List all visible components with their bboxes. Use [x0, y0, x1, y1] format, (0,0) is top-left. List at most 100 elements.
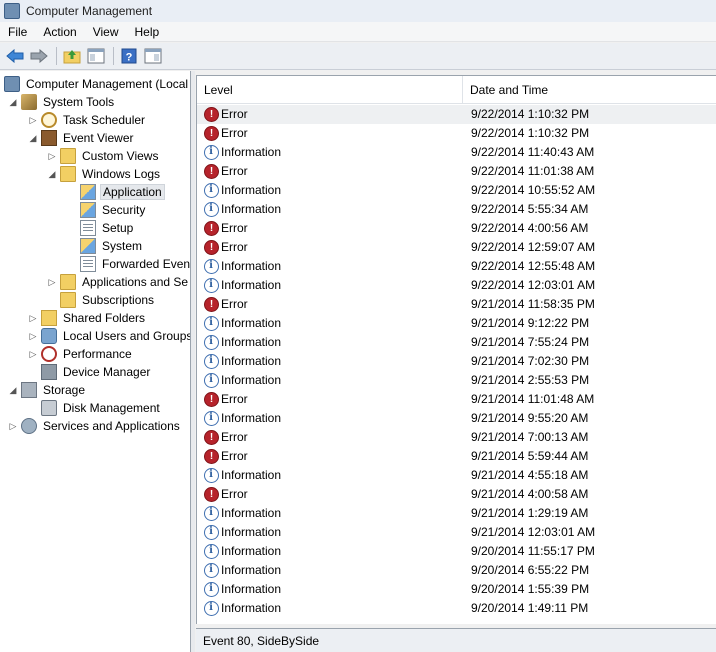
expanded-arrow-icon[interactable]: ◢	[28, 133, 38, 143]
row-level: Error	[221, 487, 248, 501]
storage-icon	[21, 382, 37, 398]
tree-item-application[interactable]: Application	[80, 183, 165, 201]
table-row[interactable]: Information 9/22/2014 11:40:43 AM	[197, 143, 716, 162]
table-row[interactable]: Information 9/20/2014 1:55:39 PM	[197, 580, 716, 599]
collapsed-arrow-icon[interactable]: ▷	[8, 421, 18, 431]
row-level: Error	[221, 449, 248, 463]
tree-item-security[interactable]: Security	[80, 201, 147, 219]
list-header: Level Date and Time	[197, 76, 716, 104]
row-level: Information	[221, 582, 282, 596]
table-row[interactable]: Error 9/21/2014 4:00:58 AM	[197, 485, 716, 504]
tree-item-label: Forwarded Event	[102, 257, 191, 271]
table-row[interactable]: Error 9/21/2014 11:58:35 PM	[197, 295, 716, 314]
application-log-icon	[80, 184, 96, 200]
show-hide-action-pane-button[interactable]	[142, 45, 164, 67]
row-date-time: 9/21/2014 9:12:22 PM	[471, 316, 590, 330]
tree-item-label: Computer Management (Local	[26, 77, 189, 91]
row-level: Information	[221, 411, 282, 425]
information-icon	[204, 373, 219, 388]
table-row[interactable]: Information 9/21/2014 12:03:01 AM	[197, 523, 716, 542]
collapsed-arrow-icon[interactable]: ▷	[28, 115, 38, 125]
table-row[interactable]: Information 9/21/2014 2:55:53 PM	[197, 371, 716, 390]
error-icon	[204, 297, 219, 312]
collapsed-arrow-icon[interactable]: ▷	[28, 313, 38, 323]
tree-item-setup[interactable]: Setup	[80, 219, 135, 237]
tree-item-task-scheduler[interactable]: ▷ Task Scheduler	[28, 111, 147, 129]
expanded-arrow-icon[interactable]: ◢	[47, 169, 57, 179]
expanded-arrow-icon[interactable]: ◢	[8, 385, 18, 395]
error-icon	[204, 164, 219, 179]
row-level: Error	[221, 107, 248, 121]
table-row[interactable]: Information 9/21/2014 4:55:18 AM	[197, 466, 716, 485]
table-row[interactable]: Information 9/21/2014 9:55:20 AM	[197, 409, 716, 428]
tree-item-applications-and-services[interactable]: ▷ Applications and Se	[47, 273, 190, 291]
information-icon	[204, 506, 219, 521]
tree-item-windows-logs[interactable]: ◢ Windows Logs	[47, 165, 162, 183]
table-row[interactable]: Information 9/22/2014 12:55:48 AM	[197, 257, 716, 276]
tree-item-disk-management[interactable]: Disk Management	[41, 399, 162, 417]
information-icon	[204, 601, 219, 616]
tree-item-custom-views[interactable]: ▷ Custom Views	[47, 147, 160, 165]
table-row[interactable]: Information 9/20/2014 6:55:22 PM	[197, 561, 716, 580]
table-row[interactable]: Error 9/22/2014 4:00:56 AM	[197, 219, 716, 238]
tree-item-system-tools[interactable]: ◢ System Tools	[8, 93, 116, 111]
pane-splitter[interactable]	[191, 71, 195, 652]
collapsed-arrow-icon[interactable]: ▷	[28, 349, 38, 359]
row-date-time: 9/20/2014 1:49:11 PM	[471, 601, 589, 615]
table-row[interactable]: Error 9/21/2014 7:00:13 AM	[197, 428, 716, 447]
table-row[interactable]: Information 9/22/2014 5:55:34 AM	[197, 200, 716, 219]
column-header-level[interactable]: Level	[197, 76, 463, 104]
row-date-time: 9/21/2014 7:00:13 AM	[471, 430, 589, 444]
error-icon	[204, 221, 219, 236]
table-row[interactable]: Information 9/21/2014 7:02:30 PM	[197, 352, 716, 371]
information-icon	[204, 582, 219, 597]
tree-item-subscriptions[interactable]: Subscriptions	[60, 291, 156, 309]
tree-item-storage[interactable]: ◢ Storage	[8, 381, 87, 399]
table-row[interactable]: Information 9/20/2014 11:55:17 PM	[197, 542, 716, 561]
tree-item-computer-management[interactable]: Computer Management (Local	[4, 75, 190, 93]
tree-item-system[interactable]: System	[80, 237, 144, 255]
table-row[interactable]: Information 9/22/2014 12:03:01 AM	[197, 276, 716, 295]
menu-file[interactable]: File	[0, 22, 35, 42]
tree-item-event-viewer[interactable]: ◢ Event Viewer	[28, 129, 135, 147]
menu-action[interactable]: Action	[35, 22, 84, 42]
table-row[interactable]: Error 9/21/2014 11:01:48 AM	[197, 390, 716, 409]
tree-item-shared-folders[interactable]: ▷ Shared Folders	[28, 309, 147, 327]
column-header-date-and-time[interactable]: Date and Time	[463, 76, 716, 104]
collapsed-arrow-icon[interactable]: ▷	[47, 151, 57, 161]
table-row[interactable]: Information 9/22/2014 10:55:52 AM	[197, 181, 716, 200]
tree-item-forwarded-events[interactable]: Forwarded Event	[80, 255, 191, 273]
tree-item-services-and-applications[interactable]: ▷ Services and Applications	[8, 417, 182, 435]
table-row[interactable]: Information 9/20/2014 1:49:11 PM	[197, 599, 716, 618]
table-row[interactable]: Error 9/22/2014 12:59:07 AM	[197, 238, 716, 257]
row-level: Information	[221, 145, 282, 159]
table-row[interactable]: Error 9/21/2014 5:59:44 AM	[197, 447, 716, 466]
table-row[interactable]: Information 9/21/2014 9:12:22 PM	[197, 314, 716, 333]
back-button[interactable]	[4, 45, 26, 67]
menu-help[interactable]: Help	[127, 22, 168, 42]
tree-item-performance[interactable]: ▷ Performance	[28, 345, 134, 363]
table-row[interactable]: Error 9/22/2014 11:01:38 AM	[197, 162, 716, 181]
collapsed-arrow-icon[interactable]: ▷	[47, 277, 57, 287]
row-date-time: 9/22/2014 5:55:34 AM	[471, 202, 589, 216]
help-button[interactable]: ?	[118, 45, 140, 67]
collapsed-arrow-icon[interactable]: ▷	[28, 331, 38, 341]
up-one-level-button[interactable]	[61, 45, 83, 67]
table-row[interactable]: Information 9/21/2014 1:29:19 AM	[197, 504, 716, 523]
forward-button[interactable]	[28, 45, 50, 67]
table-row[interactable]: Error 9/22/2014 1:10:32 PM	[197, 124, 716, 143]
shared-folders-icon	[41, 310, 57, 326]
show-hide-console-tree-button[interactable]	[85, 45, 107, 67]
table-row[interactable]: Information 9/21/2014 7:55:24 PM	[197, 333, 716, 352]
menu-view[interactable]: View	[85, 22, 127, 42]
tree-item-device-manager[interactable]: Device Manager	[41, 363, 152, 381]
expanded-arrow-icon[interactable]: ◢	[8, 97, 18, 107]
error-icon	[204, 487, 219, 502]
information-icon	[204, 411, 219, 426]
tree-item-local-users-and-groups[interactable]: ▷ Local Users and Groups	[28, 327, 190, 345]
row-level: Information	[221, 563, 282, 577]
row-date-time: 9/21/2014 11:01:48 AM	[471, 392, 595, 406]
row-date-time: 9/22/2014 10:55:52 AM	[471, 183, 596, 197]
row-date-time: 9/22/2014 12:59:07 AM	[471, 240, 596, 254]
table-row[interactable]: Error 9/22/2014 1:10:32 PM	[197, 105, 716, 124]
